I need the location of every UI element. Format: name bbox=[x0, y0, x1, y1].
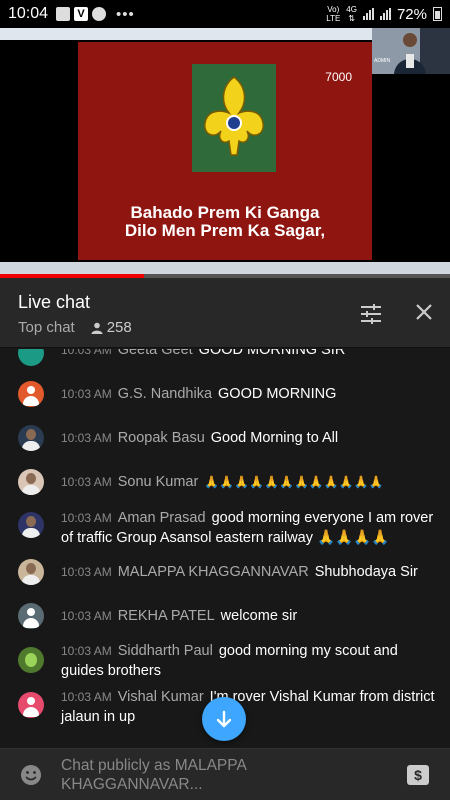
more-notifications-icon: ••• bbox=[116, 5, 135, 23]
message-author[interactable]: Siddharth Paul bbox=[118, 643, 213, 659]
shared-window-taskbar bbox=[0, 262, 450, 274]
message-text: Good Morning to All bbox=[210, 430, 339, 446]
slide-caption: Bahado Prem Ki Ganga Dilo Men Prem Ka Sa… bbox=[124, 203, 326, 240]
emoji-icon[interactable] bbox=[20, 764, 42, 786]
gallery-notification-icon bbox=[56, 7, 71, 21]
message-author[interactable]: Aman Prasad bbox=[118, 510, 206, 526]
message-author[interactable]: Roopak Basu bbox=[118, 430, 205, 446]
message-time: 10:03 AM bbox=[61, 644, 112, 658]
message-author[interactable]: REKHA PATEL bbox=[118, 608, 215, 624]
close-icon[interactable] bbox=[414, 302, 434, 322]
battery-icon bbox=[433, 7, 442, 21]
viewer-count: 258 bbox=[91, 319, 132, 336]
message-author[interactable]: MALAPPA KHAGGANNAVAR bbox=[118, 564, 309, 580]
slide-counter: 7000 bbox=[325, 70, 352, 84]
message-time: 10:03 AM bbox=[61, 609, 112, 623]
v-notification-icon: V bbox=[74, 7, 89, 21]
net-type-indicator: 4G ⇅ bbox=[346, 5, 357, 23]
chat-message[interactable]: 10:03 AM Geeta Geet GOOD MORNING SIR bbox=[0, 349, 450, 366]
avatar[interactable] bbox=[18, 559, 44, 585]
live-chat-header: Live chat Top chat 258 bbox=[0, 278, 450, 348]
avatar[interactable] bbox=[18, 425, 44, 451]
message-text: good morning everyone I am rover of traf… bbox=[61, 510, 434, 546]
avatar[interactable] bbox=[18, 603, 44, 629]
screen: 10:04 V ••• Vo) LTE 4G ⇅ 72% 7000 Bahado… bbox=[0, 0, 450, 800]
chat-mode-label[interactable]: Top chat bbox=[18, 319, 75, 336]
avatar[interactable] bbox=[18, 512, 44, 538]
tune-icon[interactable] bbox=[360, 303, 382, 325]
chat-message[interactable]: 10:03 AM Siddharth Paul good morning my sc… bbox=[0, 641, 450, 681]
message-time: 10:03 AM bbox=[61, 690, 112, 704]
message-time: 10:03 AM bbox=[61, 431, 112, 445]
message-time: 10:03 AM bbox=[61, 349, 112, 357]
chat-message[interactable]: 10:03 AM REKHA PATEL welcome sir bbox=[0, 603, 450, 629]
shared-window-titlebar bbox=[0, 28, 372, 40]
chat-message[interactable]: 10:03 AM Sonu Kumar 🙏🙏🙏🙏🙏🙏🙏🙏🙏🙏🙏🙏 bbox=[0, 469, 450, 495]
chat-message[interactable]: 10:03 AM G.S. Nandhika GOOD MORNING bbox=[0, 381, 450, 407]
avatar[interactable] bbox=[18, 692, 44, 718]
chat-message[interactable]: 10:03 AM Roopak Basu Good Morning to All bbox=[0, 425, 450, 451]
message-text: GOOD MORNING bbox=[218, 386, 337, 402]
person-icon bbox=[91, 322, 103, 334]
signal2-icon bbox=[379, 8, 391, 20]
chat-message[interactable]: 10:03 AM MALAPPA KHAGGANNAVAR Shubhodaya S… bbox=[0, 559, 450, 585]
avatar[interactable] bbox=[18, 647, 44, 673]
message-author[interactable]: Geeta Geet bbox=[118, 349, 193, 358]
scroll-to-bottom-button[interactable] bbox=[202, 697, 246, 741]
message-text: Shubhodaya Sir bbox=[314, 564, 418, 580]
super-chat-dollar-icon[interactable]: $ bbox=[406, 764, 430, 786]
battery-percent: 72% bbox=[396, 5, 427, 23]
speaker-name-label: ADMIN bbox=[374, 58, 391, 64]
scout-emblem-icon bbox=[192, 64, 276, 172]
message-time: 10:03 AM bbox=[61, 475, 112, 489]
message-text: 🙏🙏🙏🙏🙏🙏🙏🙏🙏🙏🙏🙏 bbox=[204, 475, 384, 489]
message-author[interactable]: Sonu Kumar bbox=[118, 474, 199, 490]
message-author[interactable]: Vishal Kumar bbox=[118, 689, 204, 705]
message-time: 10:03 AM bbox=[61, 565, 112, 579]
viewer-count-value: 258 bbox=[106, 319, 132, 336]
status-right: Vo) LTE 4G ⇅ 72% bbox=[326, 5, 442, 23]
status-bar: 10:04 V ••• Vo) LTE 4G ⇅ 72% bbox=[0, 0, 450, 28]
chat-message-list[interactable]: 10:03 AM Geeta Geet GOOD MORNING SIR 10:03… bbox=[0, 349, 450, 748]
arrow-down-icon bbox=[216, 710, 232, 728]
speaker-camera-thumbnail: ADMIN bbox=[372, 28, 450, 74]
message-text: welcome sir bbox=[220, 608, 298, 624]
clock: 10:04 bbox=[8, 5, 49, 22]
avatar[interactable] bbox=[18, 349, 44, 366]
video-player[interactable]: 7000 Bahado Prem Ki Ganga Dilo Men Prem … bbox=[0, 28, 450, 278]
message-text: GOOD MORNING SIR bbox=[198, 349, 346, 358]
volte-indicator: Vo) LTE bbox=[326, 5, 341, 23]
chat-message[interactable]: 10:03 AM Aman Prasad good morning everyone… bbox=[0, 508, 450, 548]
svg-text:$: $ bbox=[414, 767, 422, 783]
live-chat-title: Live chat bbox=[18, 292, 91, 312]
message-time: 10:03 AM bbox=[61, 511, 112, 525]
message-author[interactable]: G.S. Nandhika bbox=[118, 386, 212, 402]
presentation-slide: 7000 Bahado Prem Ki Ganga Dilo Men Prem … bbox=[78, 42, 372, 278]
avatar[interactable] bbox=[18, 469, 44, 495]
chat-input-field[interactable]: Chat publicly as MALAPPA KHAGGANNAVAR... bbox=[61, 756, 381, 794]
message-time: 10:03 AM bbox=[61, 387, 112, 401]
app-notification-icon bbox=[92, 7, 107, 21]
signal-icon bbox=[362, 8, 374, 20]
chat-input-bar: Chat publicly as MALAPPA KHAGGANNAVAR...… bbox=[0, 748, 450, 800]
avatar[interactable] bbox=[18, 381, 44, 407]
chat-mode-selector[interactable]: Top chat 258 bbox=[18, 319, 132, 336]
